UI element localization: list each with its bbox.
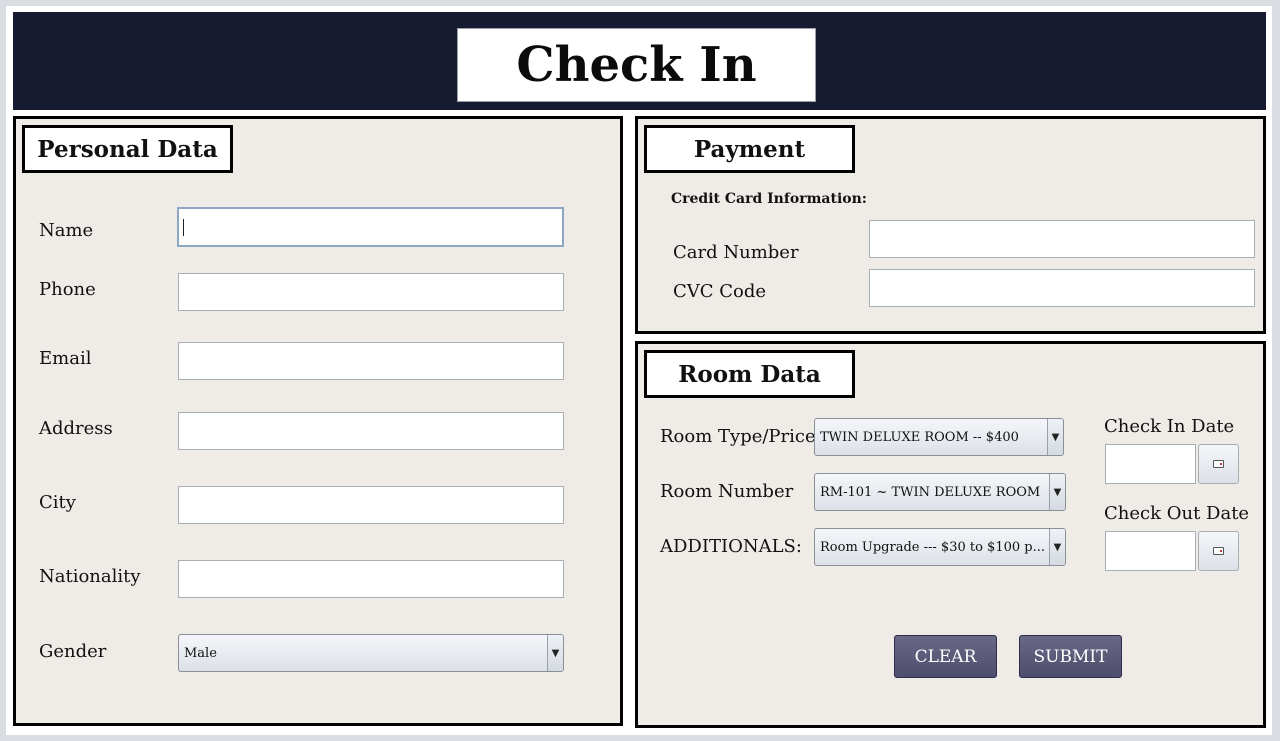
gender-label: Gender	[39, 641, 107, 662]
phone-label: Phone	[39, 279, 96, 300]
submit-button[interactable]: SUBMIT	[1019, 635, 1122, 678]
additionals-select-value: Room Upgrade --- $30 to $100 p...	[820, 539, 1045, 555]
check-out-calendar-button[interactable]	[1198, 531, 1239, 571]
name-field[interactable]	[177, 207, 564, 247]
cvc-code-field[interactable]	[869, 269, 1255, 307]
credit-card-subheading: Credit Card Information:	[671, 191, 867, 207]
card-number-field[interactable]	[869, 220, 1255, 258]
nationality-field[interactable]	[178, 560, 564, 598]
room-type-select-value: TWIN DELUXE ROOM -- $400	[820, 429, 1019, 445]
room-number-select-value: RM-101 ~ TWIN DELUXE ROOM	[820, 484, 1041, 500]
city-field[interactable]	[178, 486, 564, 524]
address-label: Address	[39, 418, 113, 439]
gender-select-value: Male	[184, 645, 217, 661]
chevron-down-icon[interactable]: ▼	[1049, 474, 1065, 510]
chevron-down-icon[interactable]: ▼	[547, 635, 563, 671]
additionals-select[interactable]: Room Upgrade --- $30 to $100 p... ▼	[814, 528, 1066, 566]
city-label: City	[39, 492, 76, 513]
check-in-calendar-button[interactable]	[1198, 444, 1239, 484]
room-type-label: Room Type/Price	[660, 426, 816, 447]
calendar-icon	[1213, 547, 1224, 555]
email-label: Email	[39, 348, 92, 369]
personal-data-heading: Personal Data	[22, 125, 233, 173]
check-out-date-label: Check Out Date	[1104, 503, 1250, 524]
check-in-date-field[interactable]	[1105, 444, 1196, 484]
email-field[interactable]	[178, 342, 564, 380]
gender-select[interactable]: Male ▼	[178, 634, 564, 672]
card-number-label: Card Number	[673, 242, 799, 263]
calendar-icon	[1213, 460, 1224, 468]
room-number-label: Room Number	[660, 481, 794, 502]
check-in-date-label: Check In Date	[1104, 416, 1235, 437]
text-caret	[183, 219, 184, 236]
room-number-select[interactable]: RM-101 ~ TWIN DELUXE ROOM ▼	[814, 473, 1066, 511]
payment-heading: Payment	[644, 125, 855, 173]
page-title: Check In	[457, 28, 816, 102]
address-field[interactable]	[178, 412, 564, 450]
room-data-heading: Room Data	[644, 350, 855, 398]
room-type-select[interactable]: TWIN DELUXE ROOM -- $400 ▼	[814, 418, 1064, 456]
nationality-label: Nationality	[39, 566, 141, 587]
name-label: Name	[39, 220, 94, 241]
cvc-code-label: CVC Code	[673, 281, 767, 302]
chevron-down-icon[interactable]: ▼	[1049, 529, 1065, 565]
clear-button[interactable]: CLEAR	[894, 635, 997, 678]
additionals-label: ADDITIONALS:	[660, 536, 802, 557]
check-out-date-field[interactable]	[1105, 531, 1196, 571]
chevron-down-icon[interactable]: ▼	[1047, 419, 1063, 455]
phone-field[interactable]	[178, 273, 564, 311]
